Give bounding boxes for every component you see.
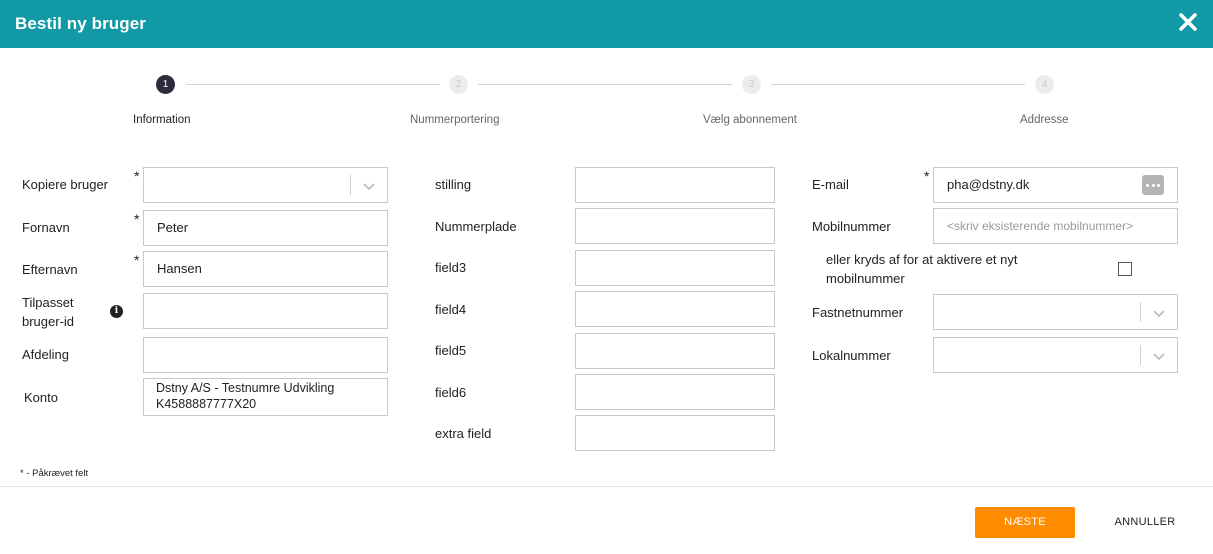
field6-label: field6 [435, 385, 467, 400]
cancel-button[interactable]: ANNULLER [1108, 507, 1182, 538]
afdeling-label: Afdeling [22, 347, 69, 362]
step-1-label: Information [133, 114, 191, 126]
required-marker: * [924, 168, 930, 184]
step-4-indicator: 4 [1035, 75, 1054, 94]
field5-input[interactable] [575, 333, 775, 369]
nummerplade-label: Nummerplade [435, 219, 517, 234]
step-connector [186, 84, 440, 85]
step-connector [771, 84, 1025, 85]
lokalnummer-select[interactable] [933, 337, 1178, 373]
extra-field-label: extra field [435, 426, 492, 441]
required-marker: * [134, 252, 140, 268]
step-1-indicator: 1 [156, 75, 175, 94]
fornavn-label: Fornavn [22, 220, 70, 235]
step-3-label: Vælg abonnement [703, 114, 797, 126]
mobilnummer-label: Mobilnummer [812, 219, 891, 234]
field4-input[interactable] [575, 291, 775, 327]
efternavn-input[interactable]: Hansen [143, 251, 388, 287]
email-label: E-mail [812, 177, 849, 192]
konto-value-line2: K4588887777X20 [156, 397, 257, 411]
select-separator [350, 175, 351, 195]
field5-label: field5 [435, 343, 467, 358]
close-icon[interactable] [1177, 11, 1199, 33]
checkbox-label-line1: eller kryds af for at aktivere et nyt [826, 252, 1018, 267]
kopiere-bruger-label: Kopiere bruger [22, 177, 108, 192]
stilling-input[interactable] [575, 167, 775, 203]
lokalnummer-label: Lokalnummer [812, 348, 891, 363]
field3-input[interactable] [575, 250, 775, 286]
step-connector [478, 84, 732, 85]
extra-field-input[interactable] [575, 415, 775, 451]
chevron-down-icon[interactable] [362, 179, 376, 193]
stilling-label: stilling [435, 177, 472, 192]
dialog-title: Bestil ny bruger [15, 14, 147, 33]
field3-label: field3 [435, 260, 467, 275]
mobilnummer-input[interactable]: <skriv eksisterende mobilnummer> [933, 208, 1178, 244]
stepper: 1 2 3 4 Information Nummerportering Vælg… [0, 72, 1213, 132]
dialog-header: Bestil ny bruger [0, 0, 1213, 48]
email-input[interactable]: pha@dstny.dk [933, 167, 1178, 203]
more-options-icon[interactable] [1142, 175, 1164, 195]
chevron-down-icon[interactable] [1152, 306, 1166, 320]
efternavn-label: Efternavn [22, 262, 78, 277]
fornavn-input[interactable]: Peter [143, 210, 388, 246]
fastnetnummer-select[interactable] [933, 294, 1178, 330]
step-4-label: Addresse [1020, 114, 1069, 126]
step-2-indicator: 2 [449, 75, 468, 94]
new-mobilnummer-checkbox[interactable] [1118, 262, 1132, 276]
info-icon[interactable]: i [110, 305, 123, 318]
field6-input[interactable] [575, 374, 775, 410]
nummerplade-input[interactable] [575, 208, 775, 244]
footer-divider [0, 486, 1213, 487]
select-separator [1140, 345, 1141, 365]
select-separator [1140, 302, 1141, 322]
step-3-indicator: 3 [742, 75, 761, 94]
konto-label: Konto [24, 390, 58, 405]
chevron-down-icon[interactable] [1152, 349, 1166, 363]
step-2-label: Nummerportering [410, 114, 500, 126]
required-footnote: * - Påkrævet felt [20, 468, 89, 479]
tilpasset-bruger-id-input[interactable] [143, 293, 388, 329]
next-button[interactable]: NÆSTE [975, 507, 1075, 538]
required-marker: * [134, 168, 140, 184]
konto-value-line1: Dstny A/S - Testnumre Udvikling [156, 381, 335, 395]
tilpasset-label-line1: Tilpasset [22, 295, 74, 310]
konto-field[interactable]: Dstny A/S - Testnumre Udvikling K4588887… [143, 378, 388, 416]
tilpasset-label-line2: bruger-id [22, 314, 75, 329]
field4-label: field4 [435, 302, 467, 317]
email-value: pha@dstny.dk [947, 177, 1030, 192]
fastnetnummer-label: Fastnetnummer [812, 305, 904, 320]
required-marker: * [134, 211, 140, 227]
afdeling-input[interactable] [143, 337, 388, 373]
kopiere-bruger-select[interactable] [143, 167, 388, 203]
checkbox-label-line2: mobilnummer [826, 271, 905, 286]
